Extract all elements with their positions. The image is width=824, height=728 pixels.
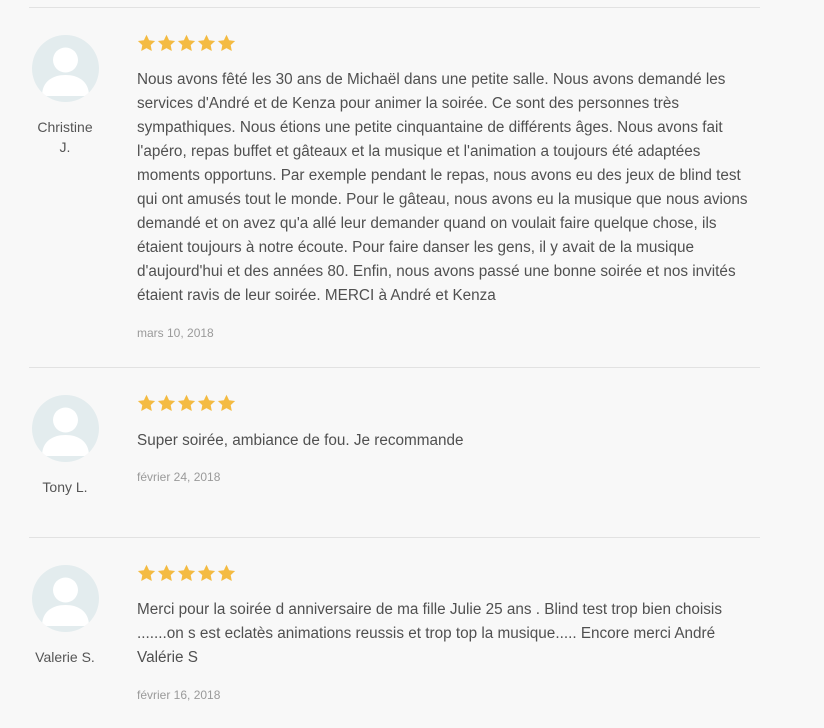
star-icon (217, 34, 236, 51)
user-silhouette-icon (41, 47, 89, 96)
star-icon (137, 394, 156, 411)
author-name: Christine J. (37, 119, 93, 155)
review-date: février 24, 2018 (137, 470, 221, 484)
star-icon (157, 394, 176, 411)
author-name: Valerie S. (35, 649, 95, 665)
star-icon (177, 34, 196, 51)
review-author: Tony L. (24, 395, 106, 497)
star-icon (157, 34, 176, 51)
review-author: Christine J. (24, 35, 106, 157)
review-text: Nous avons fêté les 30 ans de Michaël da… (137, 71, 748, 304)
author-name: Tony L. (42, 479, 88, 495)
review-date: mars 10, 2018 (137, 326, 214, 340)
reviews-list: Christine J. Nous avons fêté les 30 ans … (0, 0, 824, 728)
star-rating (137, 564, 236, 582)
divider (29, 7, 760, 8)
divider (29, 367, 760, 368)
star-icon (217, 564, 236, 581)
star-icon (197, 394, 216, 411)
review-text: Merci pour la soirée d anniversaire de m… (137, 601, 722, 666)
avatar (31, 565, 99, 632)
star-rating (137, 34, 236, 52)
star-icon (137, 564, 156, 581)
star-icon (177, 394, 196, 411)
star-icon (217, 394, 236, 411)
avatar (31, 35, 99, 102)
star-icon (157, 564, 176, 581)
user-silhouette-icon (41, 577, 89, 626)
star-icon (197, 34, 216, 51)
review-text: Super soirée, ambiance de fou. Je recomm… (137, 432, 464, 449)
star-rating (137, 394, 236, 412)
avatar (31, 395, 99, 462)
user-silhouette-icon (41, 407, 89, 456)
star-icon (197, 564, 216, 581)
review-date: février 16, 2018 (137, 688, 221, 702)
divider (29, 537, 760, 538)
star-icon (137, 34, 156, 51)
star-icon (177, 564, 196, 581)
review-author: Valerie S. (24, 565, 106, 667)
